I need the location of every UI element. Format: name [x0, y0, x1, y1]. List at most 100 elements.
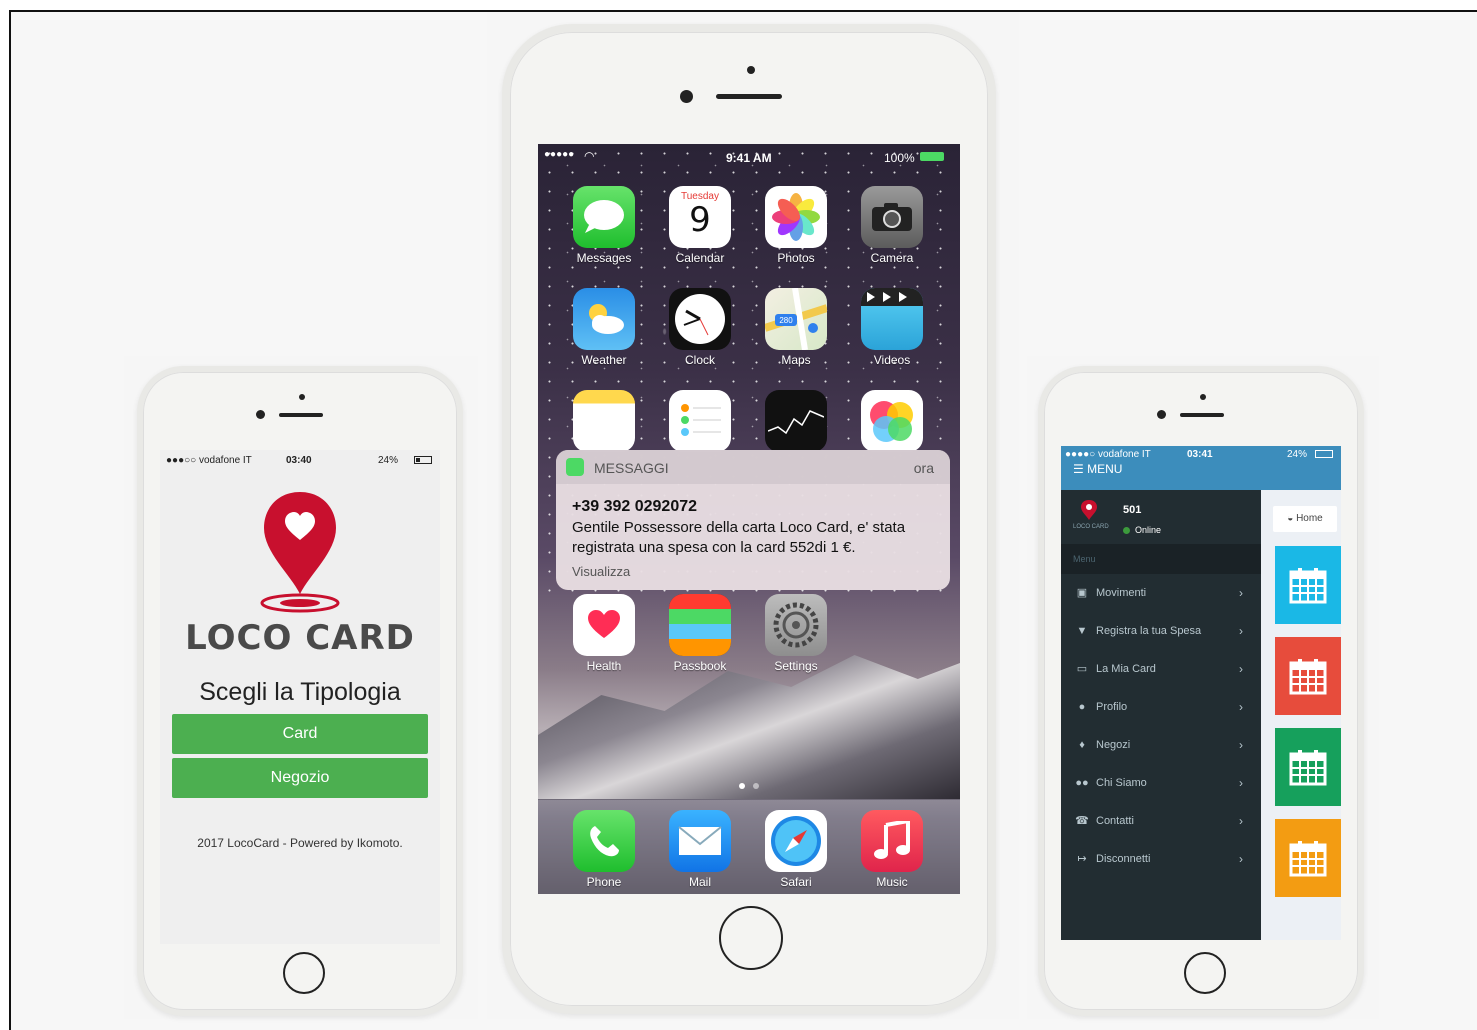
sidebar-item-label: Profilo	[1096, 701, 1128, 713]
camera-icon	[861, 186, 923, 248]
cart-icon: ▼	[1076, 625, 1088, 637]
page-indicator[interactable]	[538, 776, 960, 794]
chevron-right-icon: ›	[1239, 776, 1243, 790]
carrier-label: ●●●○○ vodafone IT	[166, 455, 252, 466]
sidebar-item-label: Movimenti	[1096, 587, 1147, 599]
loco-card-logo-icon	[1081, 500, 1097, 520]
notification-header: MESSAGGI ora	[556, 450, 950, 484]
calendar-tile[interactable]	[1275, 819, 1341, 897]
sidebar-item-profilo[interactable]: ● Profilo ›	[1061, 688, 1261, 726]
signal-label: ●●●●●	[544, 149, 575, 160]
sidebar-item-registra-spesa[interactable]: ▼ Registra la tua Spesa ›	[1061, 612, 1261, 650]
clock-app[interactable]: Clock	[668, 288, 732, 367]
credit-card-icon: ▭	[1076, 663, 1088, 675]
menu-toggle-button[interactable]: ☰ MENU	[1073, 462, 1122, 476]
music-app[interactable]: Music	[860, 810, 924, 889]
videos-icon	[861, 288, 923, 350]
battery-icon	[920, 152, 944, 161]
notification-action[interactable]: Visualizza	[572, 564, 630, 579]
reminders-app[interactable]	[668, 390, 732, 452]
sidebar-item-negozi[interactable]: ♦ Negozi ›	[1061, 726, 1261, 764]
app-label: Music	[876, 875, 908, 889]
health-icon	[573, 594, 635, 656]
logo-text: LOCO CARD	[185, 618, 415, 658]
main-content: ◒ Home	[1261, 490, 1341, 940]
status-bar: ●●●●● ◠ 9:41 AM 100%	[538, 144, 960, 168]
home-button[interactable]	[283, 952, 325, 994]
weather-app[interactable]: Weather	[572, 288, 636, 367]
battery-label: 24%	[1287, 449, 1308, 460]
chevron-right-icon: ›	[1239, 738, 1243, 752]
mail-app[interactable]: Mail	[668, 810, 732, 889]
page-heading: Scegli la Tipologia	[199, 678, 401, 706]
user-icon: ●	[1078, 701, 1086, 713]
middle-screen: ●●●●● ◠ 9:41 AM 100% Messages Tuesday 9 …	[538, 144, 960, 894]
online-status: Online	[1135, 525, 1162, 535]
app-label: Weather	[581, 353, 627, 367]
chevron-right-icon: ›	[1239, 852, 1243, 866]
app-label: Clock	[684, 353, 715, 367]
calendar-tile[interactable]	[1275, 637, 1341, 715]
wifi-icon: ◠	[584, 149, 595, 163]
sidebar-item-chi-siamo[interactable]: ●● Chi Siamo ›	[1061, 764, 1261, 802]
calendar-tile[interactable]	[1275, 546, 1341, 624]
app-label: Photos	[777, 251, 815, 265]
notes-app[interactable]	[572, 390, 636, 452]
home-button[interactable]	[719, 906, 783, 970]
front-camera	[680, 90, 693, 103]
left-phone: ●●●○○ vodafone IT 03:40 24% LOCO CARD Sc…	[137, 366, 463, 1016]
earpiece-speaker	[716, 94, 782, 99]
negozio-button[interactable]: Negozio	[172, 758, 428, 798]
passbook-icon	[669, 594, 731, 656]
home-button[interactable]	[1184, 952, 1226, 994]
user-panel: LOCO CARD 501 Online	[1061, 490, 1261, 544]
front-camera	[256, 410, 265, 419]
maps-app[interactable]: 280 Maps	[764, 288, 828, 367]
sidebar-item-movimenti[interactable]: ▣ Movimenti ›	[1061, 574, 1261, 612]
settings-app[interactable]: Settings	[764, 594, 828, 673]
money-icon: ▣	[1076, 587, 1088, 599]
battery-label: 24%	[378, 455, 399, 466]
notification-time: ora	[913, 460, 934, 476]
health-app[interactable]: Health	[572, 594, 636, 673]
sidebar: LOCO CARD 501 Online Menu ▣ Movimenti › …	[1061, 490, 1261, 940]
breadcrumb-home[interactable]: ◒ Home	[1273, 506, 1337, 532]
safari-app[interactable]: Safari	[764, 810, 828, 889]
clock-icon	[669, 288, 731, 350]
messages-app[interactable]: Messages	[572, 186, 636, 265]
photos-app[interactable]: Photos	[764, 186, 828, 265]
sidebar-item-disconnetti[interactable]: ↦ Disconnetti ›	[1061, 840, 1261, 878]
app-label: Maps	[781, 353, 811, 367]
calendar-app[interactable]: Tuesday 9 Calendar	[668, 186, 732, 265]
dock: Phone Mail Safari Music	[538, 800, 960, 894]
proximity-sensor	[299, 394, 305, 400]
game-center-app[interactable]	[860, 390, 924, 452]
app-label: Safari	[780, 875, 812, 889]
sidebar-item-label: Negozi	[1096, 739, 1131, 751]
app-label: Passbook	[673, 659, 727, 673]
card-button[interactable]: Card	[172, 714, 428, 754]
photos-icon	[765, 186, 827, 248]
camera-app[interactable]: Camera	[860, 186, 924, 265]
status-bar: ●●●○○ vodafone IT 03:40 24%	[160, 450, 440, 472]
sidebar-item-label: Chi Siamo	[1096, 777, 1147, 789]
battery-icon	[414, 456, 432, 464]
sign-out-icon: ↦	[1077, 853, 1087, 865]
music-icon	[861, 810, 923, 872]
app-label: Messages	[576, 251, 632, 265]
reminders-icon	[669, 390, 731, 452]
earpiece-speaker	[279, 413, 323, 417]
stocks-app[interactable]	[764, 390, 828, 452]
chevron-right-icon: ›	[1239, 624, 1243, 638]
chevron-right-icon: ›	[1239, 814, 1243, 828]
sidebar-item-contatti[interactable]: ☎ Contatti ›	[1061, 802, 1261, 840]
calendar-tile[interactable]	[1275, 728, 1341, 806]
app-label: Health	[586, 659, 622, 673]
videos-app[interactable]: Videos	[860, 288, 924, 367]
phone-app[interactable]: Phone	[572, 810, 636, 889]
clock-label: 03:40	[286, 455, 312, 466]
notes-icon	[573, 390, 635, 452]
passbook-app[interactable]: Passbook	[668, 594, 732, 673]
sidebar-item-la-mia-card[interactable]: ▭ La Mia Card ›	[1061, 650, 1261, 688]
message-notification[interactable]: MESSAGGI ora +39 392 0292072 Gentile Pos…	[556, 450, 950, 590]
